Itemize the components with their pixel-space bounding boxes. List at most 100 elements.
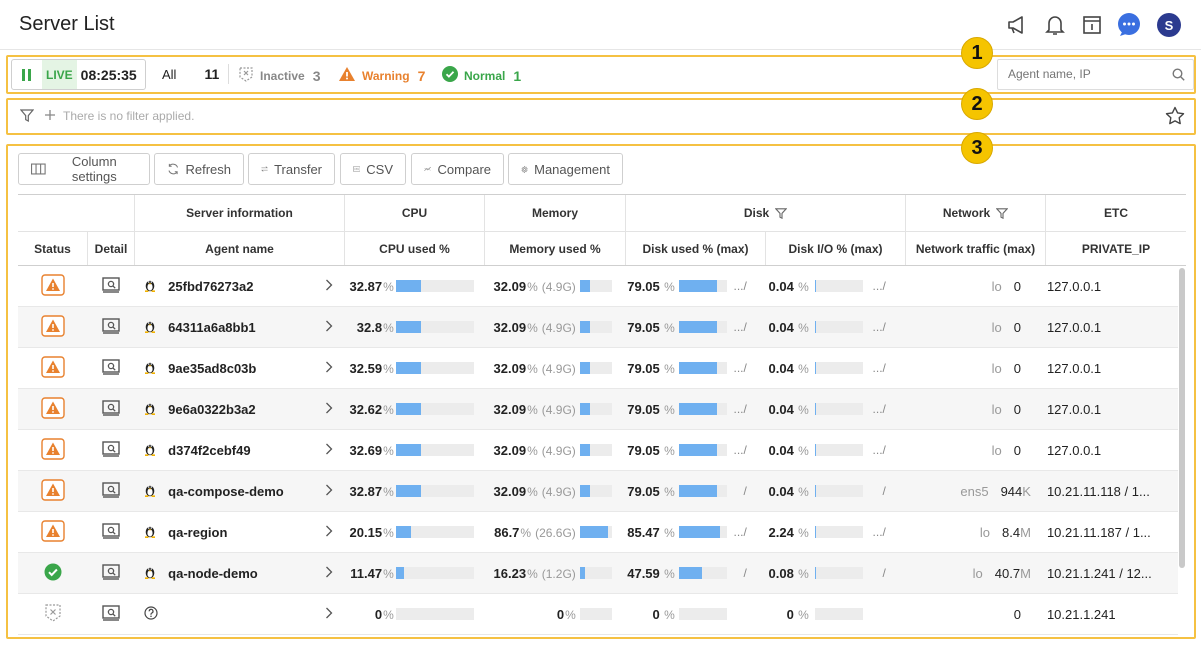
- table-group-header: Server information CPU Memory Disk Netwo…: [18, 194, 1186, 232]
- table-row[interactable]: qa-compose-demo 32.87% 32.09% (4.9G) 79.05 %…: [18, 471, 1178, 512]
- col-memory-used[interactable]: Memory used %: [485, 232, 626, 265]
- network-cell: ens5 944 K: [900, 471, 1039, 511]
- detail-icon[interactable]: [102, 276, 120, 296]
- filter-warning[interactable]: Warning 7: [338, 66, 425, 85]
- disk-io-bar: [814, 321, 863, 333]
- chevron-right-icon[interactable]: [325, 402, 333, 417]
- filter-inactive[interactable]: Inactive 3: [238, 66, 321, 85]
- disk-used-cell: 79.05 % .../: [622, 348, 761, 388]
- refresh-button[interactable]: Refresh: [154, 153, 244, 185]
- bell-icon[interactable]: [1042, 12, 1068, 38]
- column-settings-button[interactable]: Column settings: [18, 153, 150, 185]
- status-cell: [18, 594, 88, 634]
- cpu-cell: 20.15%: [343, 512, 482, 552]
- detail-icon[interactable]: [102, 563, 120, 583]
- live-toggle[interactable]: LIVE 08:25:35: [11, 59, 146, 90]
- search-box[interactable]: [997, 59, 1194, 90]
- pause-icon[interactable]: [12, 60, 42, 89]
- chevron-right-icon[interactable]: [325, 443, 333, 458]
- disk-filter-icon[interactable]: [775, 207, 788, 219]
- chevron-right-icon[interactable]: [325, 279, 333, 294]
- network-filter-icon[interactable]: [996, 207, 1009, 219]
- add-filter-icon[interactable]: [44, 109, 56, 124]
- memory-value: 32.09% (4.9G): [484, 443, 576, 458]
- agent-name-cell[interactable]: 25fbd76273a2: [134, 266, 343, 306]
- detail-cell: [88, 553, 135, 593]
- chat-icon[interactable]: [1116, 12, 1142, 38]
- agent-name-cell[interactable]: 64311a6a8bb1: [134, 307, 343, 347]
- detail-icon[interactable]: [102, 399, 120, 419]
- percent-sign: %: [660, 279, 675, 294]
- cpu-bar-fill: [395, 321, 422, 333]
- group-network-label: Network: [942, 206, 991, 220]
- compare-label: Compare: [437, 161, 491, 177]
- chevron-right-icon[interactable]: [325, 566, 333, 581]
- private-ip-cell: 10.21.11.118 / 1...: [1039, 471, 1178, 511]
- disk-io-path: .../: [872, 525, 886, 539]
- disk-io-bar: [814, 444, 863, 456]
- table-column-header: Status Detail Agent name CPU used % Memo…: [18, 232, 1186, 266]
- table-row[interactable]: 9ae35ad8c03b 32.59% 32.09% (4.9G) 79.05 %...…: [18, 348, 1178, 389]
- agent-name-cell[interactable]: d374f2cebf49: [134, 430, 343, 470]
- detail-icon[interactable]: [102, 481, 120, 501]
- agent-name-cell[interactable]: qa-compose-demo: [134, 471, 343, 511]
- disk-io-number: 0.04: [768, 483, 794, 499]
- percent-sign: %: [383, 320, 394, 335]
- search-input[interactable]: [1008, 67, 1163, 81]
- percent-sign: %: [660, 566, 675, 581]
- chevron-right-icon[interactable]: [325, 320, 333, 335]
- detail-icon[interactable]: [102, 440, 120, 460]
- filter-all[interactable]: All 11: [162, 66, 219, 82]
- avatar[interactable]: S: [1157, 13, 1181, 37]
- cpu-cell: 11.47%: [343, 553, 482, 593]
- unknown-os-icon: [144, 605, 158, 623]
- detail-icon[interactable]: [102, 604, 120, 624]
- col-disk-io[interactable]: Disk I/O % (max): [766, 232, 906, 265]
- col-agent-name[interactable]: Agent name: [135, 232, 345, 265]
- table-row[interactable]: 0% 0% 0 % 0 % 0 10.21.1.241: [18, 594, 1178, 635]
- col-detail[interactable]: Detail: [88, 232, 135, 265]
- megaphone-icon[interactable]: [1005, 12, 1031, 38]
- chevron-right-icon[interactable]: [325, 607, 333, 622]
- cpu-value: 32.87%: [346, 279, 394, 294]
- filter-icon[interactable]: [19, 109, 35, 125]
- table-row[interactable]: 25fbd76273a2 32.87% 32.09% (4.9G) 79.05 %...…: [18, 266, 1178, 307]
- chevron-right-icon[interactable]: [325, 525, 333, 540]
- col-network-traffic[interactable]: Network traffic (max): [906, 232, 1046, 265]
- col-cpu-used[interactable]: CPU used %: [345, 232, 485, 265]
- disk-used-bar: [678, 526, 727, 538]
- detail-icon[interactable]: [102, 358, 120, 378]
- transfer-button[interactable]: Transfer: [248, 153, 335, 185]
- network-interface: lo: [991, 401, 1002, 417]
- agent-name-cell[interactable]: 9ae35ad8c03b: [134, 348, 343, 388]
- col-disk-used[interactable]: Disk used % (max): [626, 232, 766, 265]
- table-row[interactable]: qa-node-demo 11.47% 16.23% (1.2G) 47.59 %/0.…: [18, 553, 1178, 594]
- star-icon[interactable]: [1165, 106, 1185, 128]
- disk-used-bar: [678, 403, 727, 415]
- detail-icon[interactable]: [102, 317, 120, 337]
- compare-button[interactable]: Compare: [411, 153, 504, 185]
- disk-io-value: 0.04 %: [767, 320, 809, 335]
- agent-name-cell[interactable]: [134, 594, 343, 634]
- detail-icon[interactable]: [102, 522, 120, 542]
- table-row[interactable]: 64311a6a8bb1 32.8% 32.09% (4.9G) 79.05 % .../…: [18, 307, 1178, 348]
- col-private-ip[interactable]: PRIVATE_IP: [1046, 232, 1186, 265]
- table-row[interactable]: 9e6a0322b3a2 32.62% 32.09% (4.9G) 79.05 %...…: [18, 389, 1178, 430]
- col-status[interactable]: Status: [18, 232, 88, 265]
- disk-io-value: 0.04 %: [767, 279, 809, 294]
- chevron-right-icon[interactable]: [325, 484, 333, 499]
- table-row[interactable]: d374f2cebf49 32.69% 32.09% (4.9G) 79.05 %...…: [18, 430, 1178, 471]
- info-panel-icon[interactable]: [1079, 12, 1105, 38]
- table-row[interactable]: qa-region 20.15% 86.7% (26.6G) 85.47 % .../2.…: [18, 512, 1178, 553]
- agent-name-cell[interactable]: 9e6a0322b3a2: [134, 389, 343, 429]
- disk-used-number: 79.05: [627, 360, 660, 376]
- vertical-scrollbar[interactable]: [1179, 268, 1185, 568]
- filter-normal[interactable]: Normal 1: [442, 66, 521, 85]
- management-button[interactable]: Management: [508, 153, 623, 185]
- csv-button[interactable]: CSV CSV: [340, 153, 406, 185]
- agent-name-cell[interactable]: qa-region: [134, 512, 343, 552]
- cpu-bar-fill: [395, 403, 422, 415]
- search-icon[interactable]: [1172, 68, 1185, 84]
- agent-name-cell[interactable]: qa-node-demo: [134, 553, 343, 593]
- chevron-right-icon[interactable]: [325, 361, 333, 376]
